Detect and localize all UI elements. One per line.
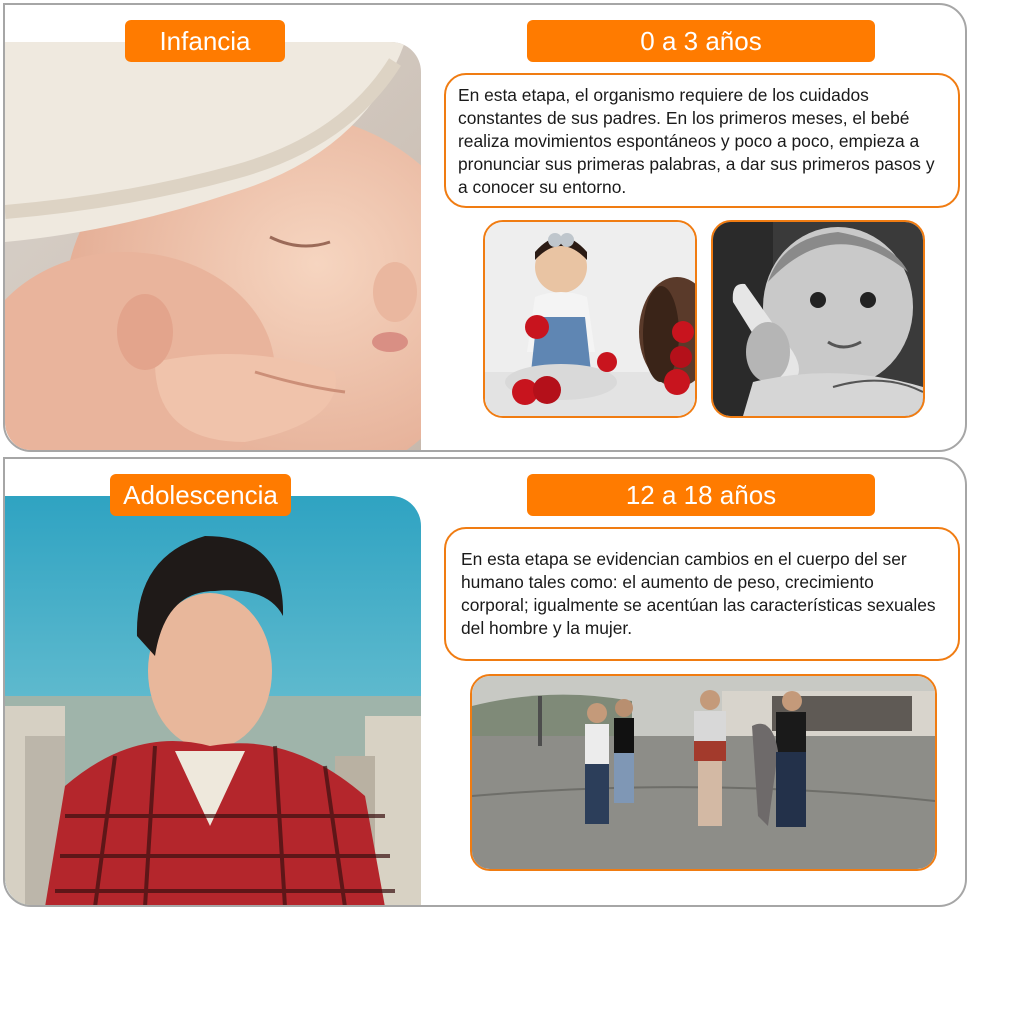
- sleeping-baby-photo: [5, 42, 421, 450]
- age-range-badge: 12 a 18 años: [527, 474, 875, 516]
- description-box: En esta etapa se evidencian cambios en e…: [444, 527, 960, 661]
- description-text: En esta etapa, el organismo requiere de …: [458, 85, 935, 197]
- toddler-with-apples-photo: [483, 220, 697, 418]
- infancia-card: Infancia 0 a 3 años En esta etapa, el or…: [3, 3, 967, 452]
- age-range-badge: 0 a 3 años: [527, 20, 875, 62]
- description-box: En esta etapa, el organismo requiere de …: [444, 73, 960, 208]
- child-on-phone-photo: [711, 220, 925, 418]
- stage-label-infancia: Infancia: [125, 20, 285, 62]
- teen-girls-walking-photo: [470, 674, 937, 871]
- description-text: En esta etapa se evidencian cambios en e…: [461, 549, 936, 638]
- adolescencia-card: Adolescencia 12 a 18 años En esta etapa …: [3, 457, 967, 907]
- teen-boy-photo: [5, 496, 421, 905]
- stage-label-adolescencia: Adolescencia: [110, 474, 291, 516]
